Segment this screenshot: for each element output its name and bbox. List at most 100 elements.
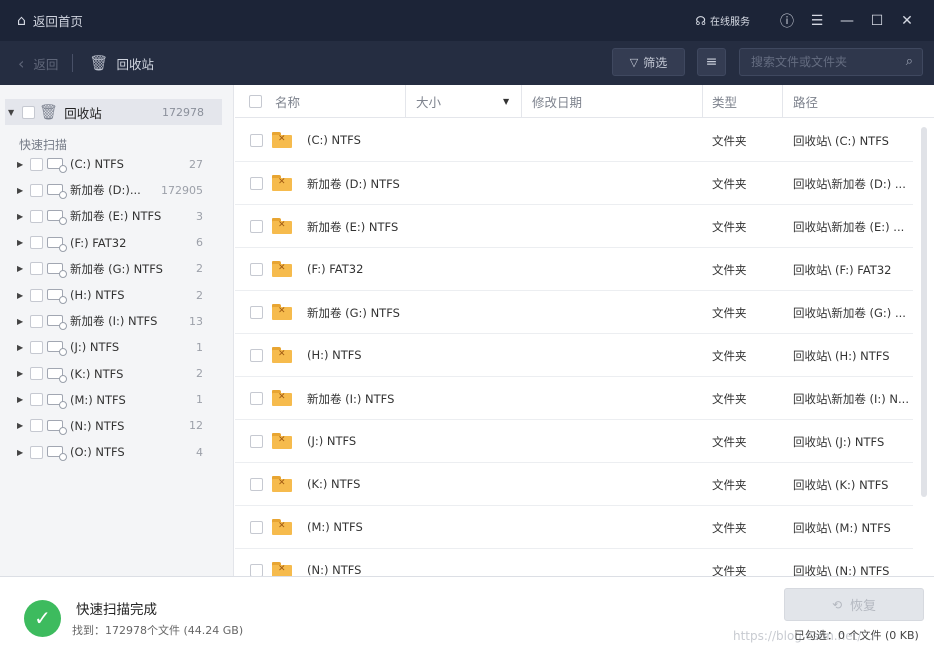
minimize-icon[interactable]: — [832, 13, 862, 29]
filter-button[interactable]: ▽ 筛选 [612, 48, 685, 76]
table-row[interactable]: ✕ (C:) NTFS 文件夹 回收站\ (C:) NTFS [235, 119, 913, 162]
scrollbar-thumb[interactable] [921, 127, 927, 497]
sidebar-item-drive[interactable]: ▶ (H:) NTFS 2 [0, 282, 234, 308]
drive-icon [47, 183, 67, 200]
column-header-size[interactable]: 大小 [416, 85, 441, 118]
column-divider[interactable] [405, 85, 406, 118]
expand-arrow-icon[interactable]: ▶ [17, 291, 25, 300]
sidebar-item-drive[interactable]: ▶ 新加卷 (G:) NTFS 2 [0, 256, 234, 282]
sidebar-item-drive[interactable]: ▶ (M:) NTFS 1 [0, 387, 234, 413]
recover-button[interactable]: ⟲ 恢复 [784, 588, 924, 621]
expand-arrow-icon[interactable]: ▶ [17, 421, 25, 430]
sidebar-item-drive[interactable]: ▶ 新加卷 (D:)... 172905 [0, 177, 234, 203]
checkbox[interactable] [30, 209, 43, 223]
search-input[interactable] [751, 55, 891, 69]
table-row[interactable]: ✕ (K:) NTFS 文件夹 回收站\ (K:) NTFS [235, 463, 913, 506]
vertical-scrollbar[interactable] [921, 119, 927, 576]
checkbox[interactable] [30, 367, 43, 381]
row-checkbox[interactable] [250, 134, 263, 147]
search-box[interactable]: ⌕ [739, 48, 923, 76]
column-divider[interactable] [702, 85, 703, 118]
row-checkbox[interactable] [250, 263, 263, 276]
table-row[interactable]: ✕ (J:) NTFS 文件夹 回收站\ (J:) NTFS [235, 420, 913, 463]
expand-arrow-icon[interactable]: ▶ [17, 264, 25, 273]
checkbox[interactable] [30, 236, 43, 250]
column-header-path[interactable]: 路径 [793, 85, 818, 118]
expand-arrow-icon[interactable]: ▶ [17, 343, 25, 352]
column-divider[interactable] [782, 85, 783, 118]
online-service-button[interactable]: ☊ 在线服务 [695, 13, 750, 29]
recover-icon: ⟲ [831, 597, 843, 612]
sidebar-item-drive[interactable]: ▶ (K:) NTFS 2 [0, 361, 234, 387]
checkbox[interactable] [30, 419, 43, 433]
checkbox[interactable] [30, 340, 43, 354]
checkbox[interactable] [30, 183, 43, 197]
table-row[interactable]: ✕ (M:) NTFS 文件夹 回收站\ (M:) NTFS [235, 506, 913, 549]
row-checkbox[interactable] [250, 478, 263, 491]
row-checkbox[interactable] [250, 349, 263, 362]
sidebar-item-drive[interactable]: ▶ (J:) NTFS 1 [0, 334, 234, 360]
filter-label: 筛选 [643, 55, 668, 70]
row-checkbox[interactable] [250, 435, 263, 448]
sidebar-item-drive[interactable]: ▶ 新加卷 (I:) NTFS 13 [0, 308, 234, 334]
expand-arrow-icon[interactable]: ▶ [17, 369, 25, 378]
expand-arrow-icon[interactable]: ▶ [17, 212, 25, 221]
row-path: 回收站\ (C:) NTFS [793, 134, 889, 148]
drive-label: (H:) NTFS [70, 288, 125, 303]
table-row[interactable]: ✕ 新加卷 (I:) NTFS 文件夹 回收站\新加卷 (I:) N... [235, 377, 913, 420]
maximize-icon[interactable]: ☐ [862, 13, 892, 29]
list-view-button[interactable]: ≡ [697, 48, 726, 76]
feedback-icon[interactable]: ⓘ [772, 11, 802, 31]
expand-arrow-icon[interactable]: ▼ [8, 108, 14, 117]
row-checkbox[interactable] [250, 220, 263, 233]
menu-icon[interactable]: ☰ [802, 13, 832, 29]
home-icon: ⌂ [17, 12, 26, 29]
table-row[interactable]: ✕ (N:) NTFS 文件夹 回收站\ (N:) NTFS [235, 549, 913, 576]
expand-arrow-icon[interactable]: ▶ [17, 317, 25, 326]
column-header-name[interactable]: 名称 [275, 85, 300, 118]
expand-arrow-icon[interactable]: ▶ [17, 395, 25, 404]
sidebar-item-drive[interactable]: ▶ (C:) NTFS 27 [0, 151, 234, 177]
home-button[interactable]: ⌂ 返回首页 [17, 11, 83, 30]
checkbox[interactable] [30, 393, 43, 407]
expand-arrow-icon[interactable]: ▶ [17, 448, 25, 457]
table-row[interactable]: ✕ 新加卷 (E:) NTFS 文件夹 回收站\新加卷 (E:) ... [235, 205, 913, 248]
search-icon[interactable]: ⌕ [906, 54, 913, 69]
expand-arrow-icon[interactable]: ▶ [17, 160, 25, 169]
checkbox[interactable] [30, 288, 43, 302]
sort-down-icon[interactable]: ▼ [503, 97, 509, 106]
row-checkbox[interactable] [250, 564, 263, 576]
checkbox[interactable] [30, 262, 43, 276]
row-checkbox[interactable] [250, 177, 263, 190]
expand-arrow-icon[interactable]: ▶ [17, 238, 25, 247]
scan-status-title: 快速扫描完成 [76, 602, 157, 618]
column-divider[interactable] [521, 85, 522, 118]
checkbox[interactable] [30, 445, 43, 459]
sidebar-item-drive[interactable]: ▶ (F:) FAT32 6 [0, 230, 234, 256]
drive-icon [47, 157, 67, 174]
column-header-type[interactable]: 类型 [712, 85, 737, 118]
select-all-checkbox[interactable] [249, 95, 262, 108]
expand-arrow-icon[interactable]: ▶ [17, 186, 25, 195]
checkbox[interactable] [30, 157, 43, 171]
back-button[interactable]: ‹ 返回 [18, 54, 58, 73]
row-checkbox[interactable] [250, 392, 263, 405]
close-icon[interactable]: ✕ [892, 13, 922, 29]
checkbox[interactable] [30, 314, 43, 328]
drive-icon [47, 367, 67, 383]
sidebar-item-drive[interactable]: ▶ (N:) NTFS 12 [0, 413, 234, 439]
sidebar-item-drive[interactable]: ▶ 新加卷 (E:) NTFS 3 [0, 203, 234, 229]
checkbox[interactable] [22, 105, 36, 119]
table-row[interactable]: ✕ 新加卷 (G:) NTFS 文件夹 回收站\新加卷 (G:) ... [235, 291, 913, 334]
sidebar-item-recycle-bin[interactable]: ▼ 🗑 回收站 172978 [5, 99, 222, 125]
sidebar-item-drive[interactable]: ▶ (O:) NTFS 4 [0, 439, 234, 465]
row-checkbox[interactable] [250, 306, 263, 319]
column-header-modified[interactable]: 修改日期 [532, 85, 582, 118]
table-row[interactable]: ✕ (F:) FAT32 文件夹 回收站\ (F:) FAT32 [235, 248, 913, 291]
deleted-folder-icon: ✕ [272, 347, 292, 363]
deleted-folder-icon: ✕ [272, 218, 292, 234]
row-name: (M:) NTFS [307, 520, 363, 534]
table-row[interactable]: ✕ 新加卷 (D:) NTFS 文件夹 回收站\新加卷 (D:) ... [235, 162, 913, 205]
row-checkbox[interactable] [250, 521, 263, 534]
table-row[interactable]: ✕ (H:) NTFS 文件夹 回收站\ (H:) NTFS [235, 334, 913, 377]
